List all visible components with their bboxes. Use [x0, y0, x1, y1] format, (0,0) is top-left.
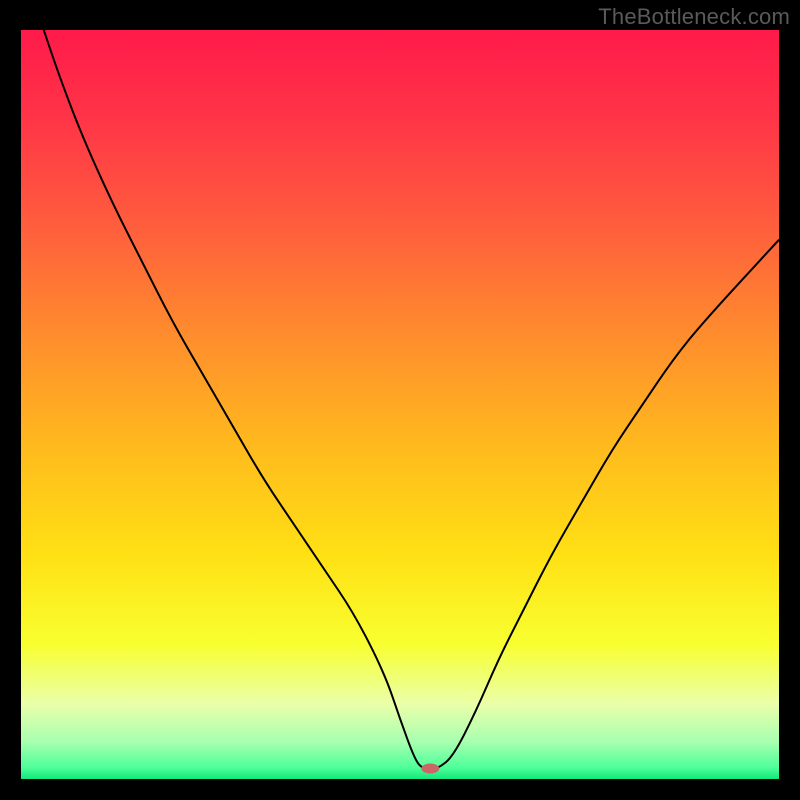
gradient-background — [21, 30, 779, 779]
watermark-text: TheBottleneck.com — [598, 4, 790, 30]
optimal-marker — [421, 764, 439, 774]
chart-frame: TheBottleneck.com — [0, 0, 800, 800]
plot-area — [21, 30, 779, 779]
chart-svg — [21, 30, 779, 779]
